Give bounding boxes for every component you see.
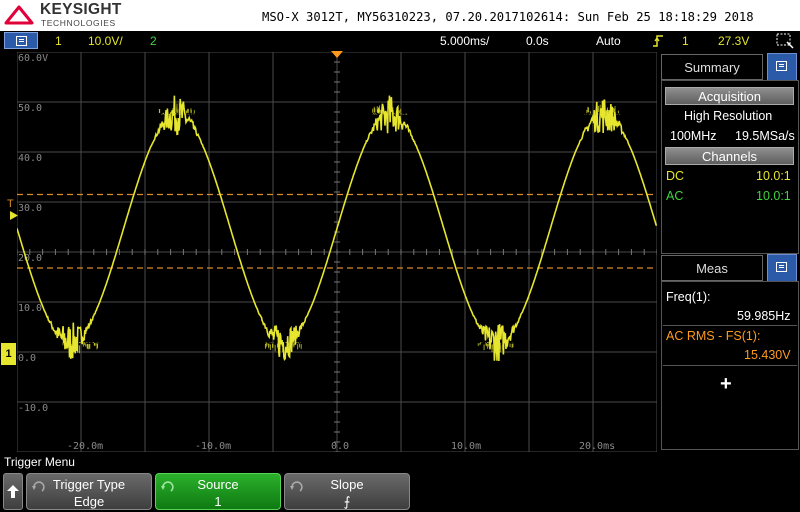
y-tick-label: 10.0 [18, 303, 42, 314]
device-info: MSO-X 3012T, MY56310223, 07.20.201710261… [262, 10, 754, 24]
summary-tab[interactable]: Summary [661, 54, 763, 80]
divider [663, 325, 797, 326]
zoom-box-icon[interactable] [776, 33, 794, 49]
x-tick-labels: -20.0m -10.0m 0.0 10.0m 20.0ms [67, 441, 615, 452]
meas-menu-button[interactable] [767, 254, 797, 282]
softkey-label: Slope [330, 477, 364, 492]
trigger-position-marker-icon[interactable] [331, 51, 343, 58]
ch2-coupling: AC [666, 189, 684, 203]
waveform-plot: 60.0V 50.0 40.0 30.0 20.0 10.0 0.0 -10.0 -20.0m… [17, 52, 657, 452]
acquisition-header[interactable]: Acquisition [665, 87, 794, 105]
trigger-arrow-icon [10, 211, 18, 220]
graticule [17, 52, 657, 452]
ch2-probe: 10.0:1 [756, 189, 791, 203]
menu-icon [16, 36, 27, 46]
softkey-label: Trigger Type [52, 477, 126, 492]
brand-name: KEYSIGHT [40, 1, 122, 18]
y-tick-label: 30.0 [18, 203, 42, 214]
menu-title: Trigger Menu [4, 455, 75, 469]
summary-menu-button[interactable] [767, 53, 797, 81]
trigger-level[interactable]: 27.3V [718, 34, 749, 48]
summary-title: Summary [684, 60, 740, 75]
brand-subtitle: TECHNOLOGIES [41, 18, 116, 28]
softkey-label: Source [197, 477, 239, 492]
trigger-level-marker[interactable]: T [7, 198, 14, 210]
menu-icon [776, 262, 787, 272]
y-tick-label: 50.0 [18, 103, 42, 114]
acquisition-mode: High Resolution [684, 109, 773, 123]
waveform-display[interactable]: 60.0V 50.0 40.0 30.0 20.0 10.0 0.0 -10.0 -20.0m… [17, 52, 657, 452]
menu-icon [776, 61, 787, 71]
x-tick-label: 10.0m [451, 441, 481, 452]
y-tick-label: -10.0 [18, 403, 48, 414]
trigger-type-softkey[interactable]: Trigger Type Edge [26, 473, 152, 510]
keysight-logo-icon [4, 5, 34, 25]
channels-header[interactable]: Channels [665, 147, 794, 165]
meas-1-value: 59.985Hz [737, 309, 791, 323]
trigger-slope-icon [653, 35, 663, 47]
meas-2-value: 15.430V [744, 348, 791, 362]
delay[interactable]: 0.0s [526, 34, 549, 48]
trigger-source[interactable]: 1 [682, 34, 689, 48]
y-tick-labels: 60.0V 50.0 40.0 30.0 20.0 10.0 0.0 -10.0 [18, 53, 48, 414]
softkey-value: Edge [73, 494, 105, 509]
x-tick-label: 20.0ms [579, 441, 615, 452]
y-tick-label: 60.0V [18, 53, 48, 64]
ch1-ground-label: 1 [5, 348, 12, 360]
ch1-probe: 10.0:1 [756, 169, 791, 183]
x-tick-label: -20.0m [67, 441, 103, 452]
arrow-up-icon [7, 485, 19, 498]
bandwidth: 100MHz [670, 129, 717, 143]
back-button[interactable] [3, 473, 23, 510]
x-tick-label: -10.0m [195, 441, 231, 452]
ch1-label[interactable]: 1 [55, 34, 62, 48]
x-tick-label: 0.0 [331, 441, 349, 452]
ch1-ground-marker[interactable]: 1 [1, 343, 16, 365]
timebase[interactable]: 5.000ms/ [440, 34, 489, 48]
status-bar: 1 10.0V/ 2 5.000ms/ 0.0s Auto 1 27.3V [0, 31, 800, 51]
main-menu-button[interactable] [4, 32, 38, 49]
y-tick-label: 40.0 [18, 153, 42, 164]
source-softkey[interactable]: Source 1 [155, 473, 281, 510]
ch1-scale[interactable]: 10.0V/ [88, 34, 123, 48]
ch1-coupling: DC [666, 169, 685, 183]
sample-rate: 19.5MSa/s [735, 129, 795, 143]
meas-1-name[interactable]: Freq(1): [666, 290, 710, 304]
slope-softkey[interactable]: Slope ⨍ [284, 473, 410, 510]
softkey-value: 1 [214, 494, 222, 509]
meas-tab[interactable]: Meas [661, 255, 763, 281]
trigger-mode[interactable]: Auto [596, 34, 621, 48]
y-tick-label: 0.0 [18, 353, 36, 364]
softkey-value: ⨍ [343, 494, 351, 509]
meas-2-name[interactable]: AC RMS - FS(1): [666, 329, 760, 343]
summary-panel [661, 80, 799, 254]
divider [663, 365, 797, 366]
add-measurement-button[interactable]: + [720, 373, 732, 396]
y-tick-label: 20.0 [18, 253, 42, 264]
title-bar: KEYSIGHT TECHNOLOGIES MSO-X 3012T, MY563… [0, 0, 800, 31]
ch2-label[interactable]: 2 [150, 34, 157, 48]
meas-title: Meas [696, 261, 728, 276]
